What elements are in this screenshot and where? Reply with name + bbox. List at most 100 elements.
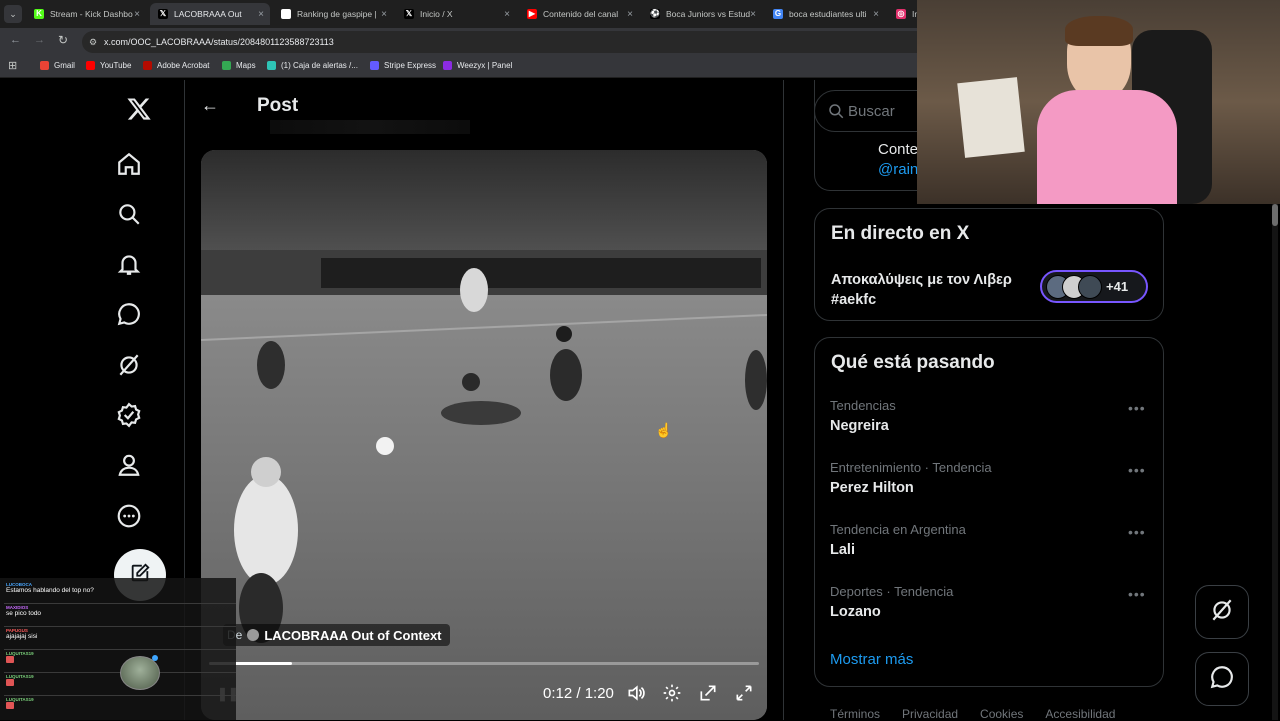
live-title[interactable]: Αποκαλύψεις με τον Λιβερ #aekfc [831, 270, 1041, 310]
apps-grid-icon[interactable]: ⊞ [8, 59, 17, 72]
trend-more-icon[interactable]: ••• [1128, 400, 1146, 416]
notifications-icon[interactable] [114, 249, 144, 279]
tab-title: Inicio / X [420, 9, 453, 19]
home-icon[interactable] [114, 149, 144, 179]
bookmark-item[interactable]: Stripe Express [370, 61, 436, 70]
pip-icon[interactable] [698, 683, 718, 708]
back-arrow-icon[interactable]: ← [201, 95, 219, 116]
partial-card-line2[interactable]: @rain [878, 161, 918, 178]
show-more-link[interactable]: Mostrar más [830, 651, 913, 668]
browser-tab[interactable]: 𝕏 Inicio / X × [396, 3, 516, 25]
live-card: En directo en X Αποκαλύψεις με τον Λιβερ… [814, 208, 1164, 321]
bookmark-item[interactable]: Maps [222, 61, 256, 70]
video-player[interactable]: De LACOBRAAA Out of Context ❚❚ 0:12 / 1:… [201, 150, 767, 720]
footer-link[interactable]: Términos [830, 707, 880, 721]
footer-links: Términos Privacidad Cookies Accesibilidad [830, 707, 1137, 721]
tab-close-icon[interactable]: × [627, 9, 633, 20]
browser-tab[interactable]: ◆ Ranking de gaspipe | × [273, 3, 393, 25]
author-avatar [247, 629, 260, 641]
tab-close-icon[interactable]: × [381, 9, 387, 20]
browser-tab[interactable]: 𝕏 LACOBRAAA Out × [150, 3, 270, 25]
tab-close-icon[interactable]: × [134, 9, 140, 20]
trend-more-icon[interactable]: ••• [1128, 586, 1146, 602]
reload-icon[interactable]: ↻ [58, 33, 68, 47]
video-progress-track[interactable] [209, 662, 759, 665]
bookmark-item[interactable]: (1) Caja de alertas /... [267, 61, 358, 70]
messages-icon[interactable] [114, 299, 144, 329]
tab-close-icon[interactable]: × [504, 9, 510, 20]
bookmark-favicon-icon [443, 61, 452, 70]
tab-favicon-icon: ◎ [896, 9, 906, 19]
tab-favicon-icon: 𝕏 [158, 9, 168, 19]
browser-tab[interactable]: ⚽ Boca Juniors vs Estud × [642, 3, 762, 25]
chat-message: LUQUITAS19 [6, 697, 230, 711]
profile-icon[interactable] [114, 450, 144, 480]
live-dot [152, 655, 158, 661]
footer-link[interactable]: Cookies [980, 707, 1023, 721]
scrollbar-thumb[interactable] [1272, 204, 1278, 226]
more-icon[interactable] [114, 501, 144, 531]
bookmark-label: YouTube [100, 61, 132, 70]
x-logo-icon[interactable] [124, 94, 154, 124]
trends-card: Qué está pasando [814, 337, 1164, 687]
footer-link[interactable]: Privacidad [902, 707, 958, 721]
url-text: x.com/OOC_LACOBRAAA/status/2084801123588… [104, 37, 334, 47]
tab-search-button[interactable]: ⌄ [4, 5, 22, 23]
trend-name: Lozano [830, 604, 881, 620]
browser-tab[interactable]: Gboca estudiantes ulti × [765, 3, 885, 25]
bookmark-favicon-icon [40, 61, 49, 70]
bookmark-item[interactable]: Weezyx | Panel [443, 61, 512, 70]
fullscreen-icon[interactable] [734, 683, 754, 708]
footer-link[interactable]: Accesibilidad [1045, 707, 1115, 721]
chat-avatar [120, 656, 160, 690]
chat-divider [4, 649, 236, 650]
bookmark-item[interactable]: Adobe Acrobat [143, 61, 209, 70]
tab-favicon-icon: G [773, 9, 783, 19]
bookmark-item[interactable]: YouTube [86, 61, 131, 70]
tab-close-icon[interactable]: × [258, 9, 264, 20]
site-info-icon[interactable]: ⚙ [89, 31, 97, 53]
scrollbar[interactable] [1272, 200, 1278, 720]
trend-name: Perez Hilton [830, 480, 914, 496]
tab-close-icon[interactable]: × [873, 9, 879, 20]
webcam-person-shirt [1037, 90, 1177, 204]
messages-icon [1209, 664, 1235, 695]
author-name: LACOBRAAA Out of Context [264, 627, 442, 643]
volume-icon[interactable] [626, 683, 646, 708]
bookmark-favicon-icon [222, 61, 231, 70]
live-participants-pill[interactable]: +41 [1040, 270, 1148, 303]
tab-close-icon[interactable]: × [750, 9, 756, 20]
back-icon[interactable]: ← [10, 34, 21, 46]
chat-emote-icon [6, 679, 14, 686]
grok-float-button[interactable] [1195, 585, 1249, 639]
grok-icon[interactable] [114, 350, 144, 380]
chat-text: Estamos hablando del top no? [6, 587, 94, 594]
live-heading: En directo en X [831, 223, 970, 244]
tab-favicon-icon: 𝕏 [404, 9, 414, 19]
chat-username: LUQUITAS19 [6, 697, 34, 702]
browser-tab[interactable]: K Stream - Kick Dashbo × [26, 3, 146, 25]
messages-float-button[interactable] [1195, 652, 1249, 706]
trend-more-icon[interactable]: ••• [1128, 462, 1146, 478]
chat-username: LUQUITAS19 [6, 651, 34, 656]
tab-title: Contenido del canal [543, 9, 619, 19]
grok-icon [1209, 597, 1235, 628]
tab-title: boca estudiantes ulti [789, 9, 867, 19]
settings-gear-icon[interactable] [662, 683, 682, 708]
chat-username: PAPUGUS [6, 628, 28, 633]
column-divider [783, 80, 784, 720]
search-icon[interactable] [114, 199, 144, 229]
chat-message: PAPUGUS ajajajaj sisi [6, 628, 230, 640]
verified-icon[interactable] [114, 400, 144, 430]
browser-tab[interactable]: ◎Ins [888, 3, 918, 25]
bookmark-item[interactable]: Gmail [40, 61, 75, 70]
tab-title: LACOBRAAA Out [174, 9, 242, 19]
video-author-chip[interactable]: De LACOBRAAA Out of Context [223, 624, 450, 646]
forward-icon[interactable]: → [34, 34, 45, 46]
trend-more-icon[interactable]: ••• [1128, 524, 1146, 540]
chat-text: se pico todo [6, 610, 42, 617]
browser-tab[interactable]: ▶ Contenido del canal × [519, 3, 639, 25]
webcam-wall-poster [957, 77, 1025, 158]
live-title-line1: Αποκαλύψεις με τον Λιβερ [831, 272, 1012, 288]
chat-message: LUQUITAS19 [6, 651, 230, 665]
